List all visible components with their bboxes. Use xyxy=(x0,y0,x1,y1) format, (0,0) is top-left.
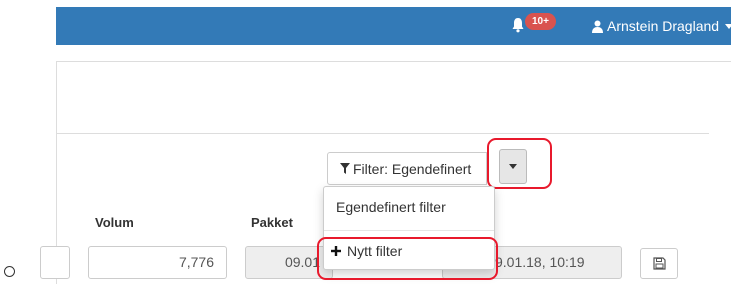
menu-divider xyxy=(324,230,494,231)
volum-input[interactable]: 7,776 xyxy=(88,246,227,279)
filter-button-label: Filter: Egendefinert xyxy=(353,160,472,177)
filter-button[interactable]: Filter: Egendefinert xyxy=(327,152,487,185)
page: 10+ Arnstein Dragland Filter: Egendefine… xyxy=(0,0,731,284)
user-menu[interactable]: Arnstein Dragland xyxy=(592,17,731,35)
chevron-down-icon xyxy=(725,23,731,29)
menu-item-custom-filter[interactable]: Egendefinert filter xyxy=(336,199,446,215)
bell-icon[interactable] xyxy=(511,17,525,33)
list-bullet xyxy=(4,266,15,277)
highlight-annotation-toggle xyxy=(487,138,552,189)
user-name: Arnstein Dragland xyxy=(607,18,720,34)
panel-divider xyxy=(56,133,709,134)
user-icon xyxy=(592,20,603,33)
filter-funnel-icon xyxy=(340,163,350,174)
top-navbar: 10+ Arnstein Dragland xyxy=(56,7,731,45)
column-header-pakket: Pakket xyxy=(251,215,293,230)
save-button[interactable] xyxy=(640,248,678,279)
column-header-volum: Volum xyxy=(95,215,134,230)
row-input-previous[interactable] xyxy=(40,246,70,279)
highlight-annotation-new-filter xyxy=(317,237,498,280)
floppy-disk-icon xyxy=(652,257,666,270)
notification-badge[interactable]: 10+ xyxy=(525,13,556,30)
